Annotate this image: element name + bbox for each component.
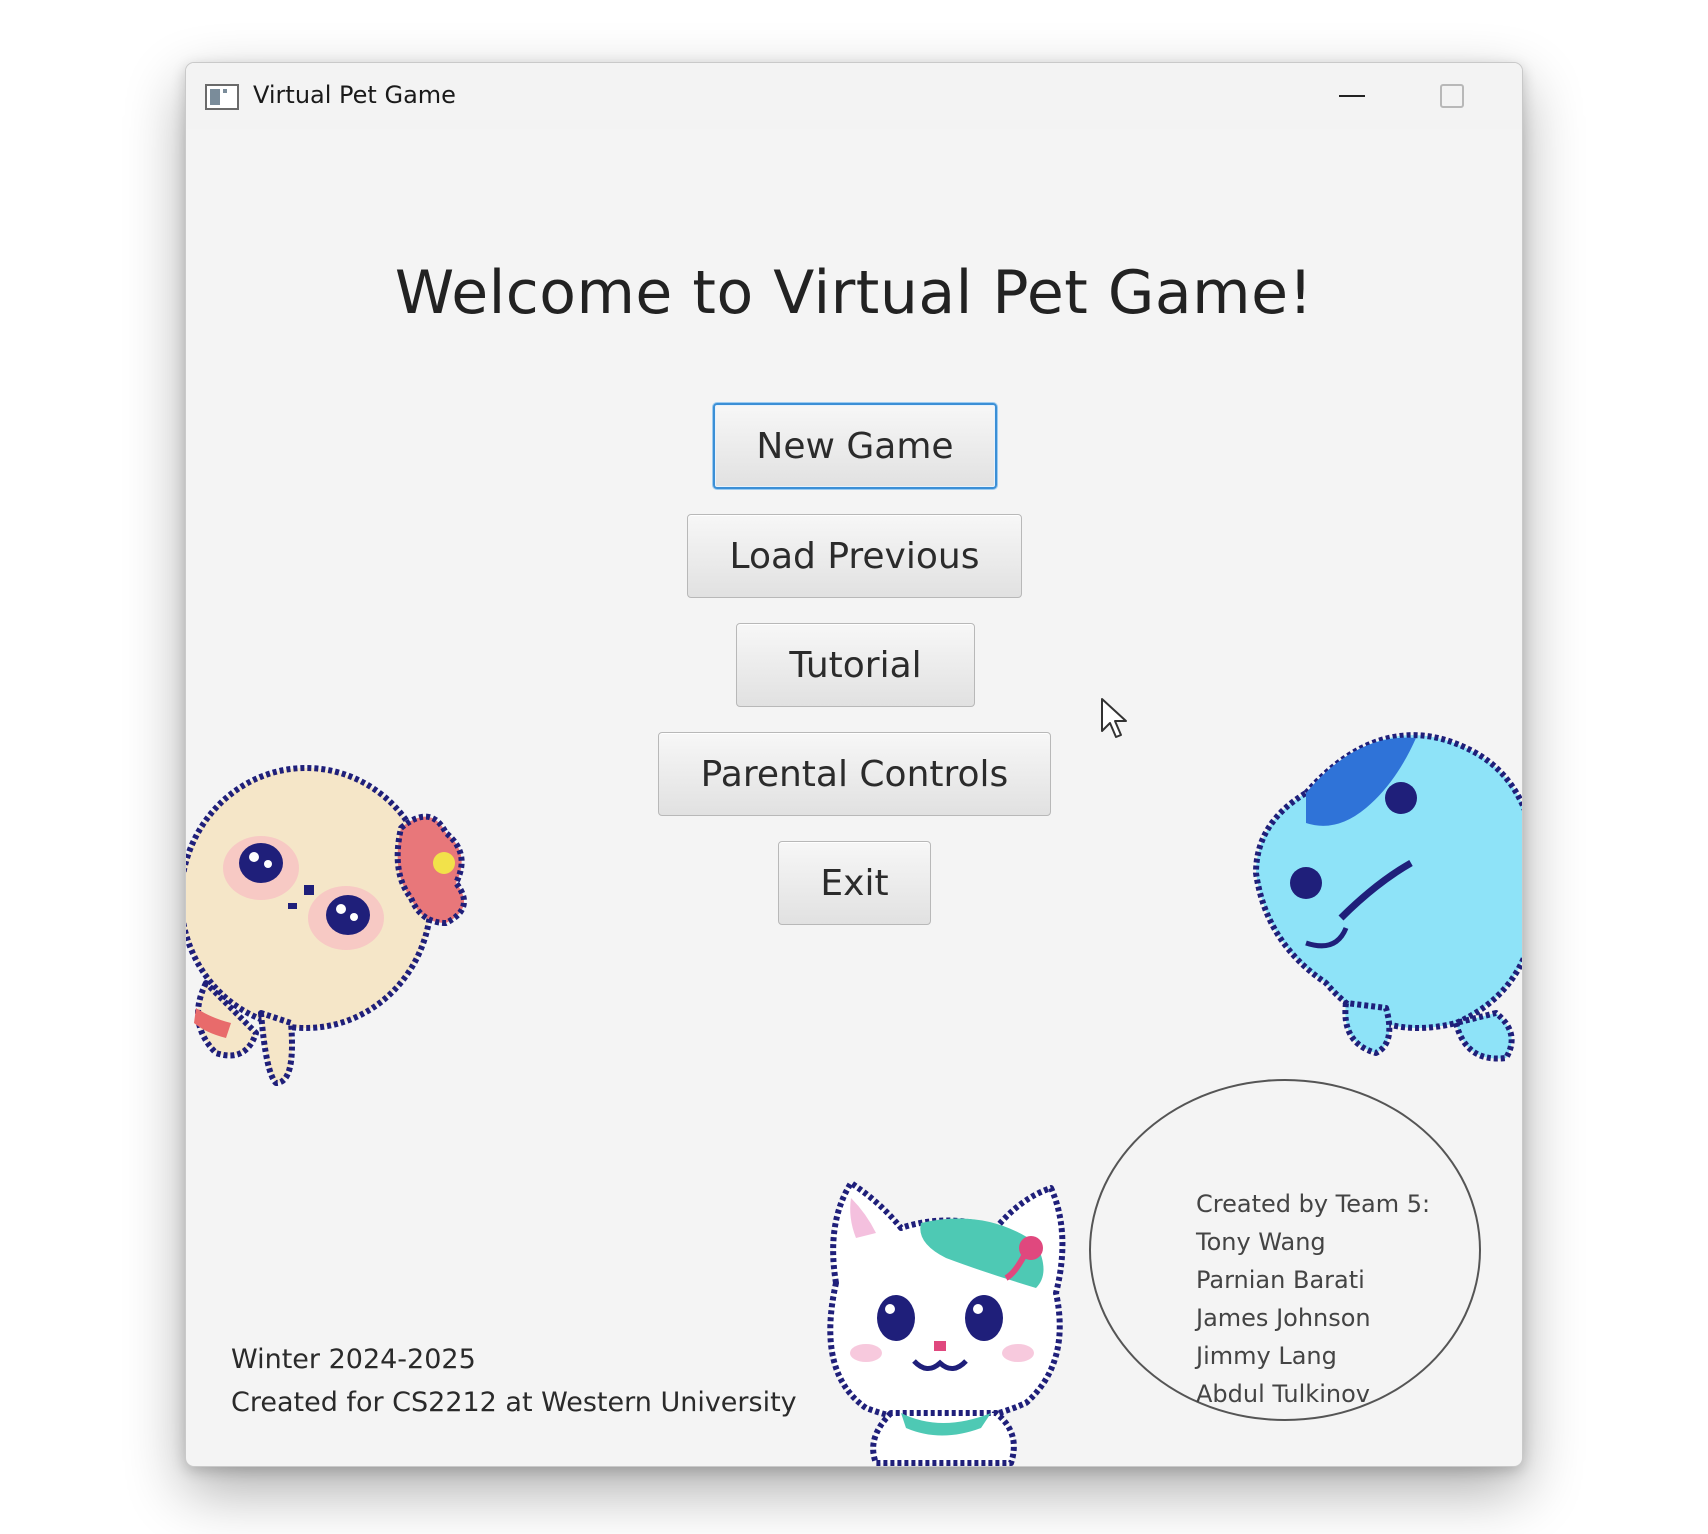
pet-sprite-right	[1253, 732, 1522, 1062]
maximize-icon	[1440, 84, 1464, 108]
exit-button[interactable]: Exit	[778, 841, 931, 925]
mouse-pointer-icon	[1101, 698, 1127, 738]
app-window-icon	[205, 84, 239, 110]
credits-member: James Johnson	[1196, 1304, 1371, 1332]
footer-info: Winter 2024-2025 Created for CS2212 at W…	[231, 1338, 797, 1424]
close-button[interactable]	[1502, 63, 1522, 129]
title-bar[interactable]: Virtual Pet Game	[186, 63, 1522, 129]
credits-member: Jimmy Lang	[1196, 1342, 1337, 1370]
minimize-icon	[1339, 95, 1365, 97]
parental-controls-button[interactable]: Parental Controls	[658, 732, 1051, 816]
credits-member: Tony Wang	[1196, 1228, 1326, 1256]
footer-term: Winter 2024-2025	[231, 1344, 476, 1375]
load-previous-button[interactable]: Load Previous	[687, 514, 1022, 598]
pet-sprite-left	[186, 765, 467, 1086]
credits-member: Parnian Barati	[1196, 1266, 1365, 1294]
tutorial-button[interactable]: Tutorial	[736, 623, 975, 707]
welcome-heading: Welcome to Virtual Pet Game!	[394, 258, 1314, 328]
maximize-button[interactable]	[1402, 63, 1502, 129]
credits-header: Created by Team 5:	[1196, 1190, 1431, 1218]
credits-list: Created by Team 5: Tony Wang Parnian Bar…	[1196, 1185, 1430, 1413]
pet-sprite-bottom	[827, 1180, 1066, 1466]
credits-member: Abdul Tulkinov	[1196, 1380, 1370, 1408]
footer-course: Created for CS2212 at Western University	[231, 1387, 797, 1418]
window-title: Virtual Pet Game	[253, 81, 456, 109]
new-game-button[interactable]: New Game	[713, 403, 997, 489]
app-window: Virtual Pet Game Welcome to Virtual Pet …	[185, 62, 1523, 1467]
minimize-button[interactable]	[1302, 63, 1402, 129]
